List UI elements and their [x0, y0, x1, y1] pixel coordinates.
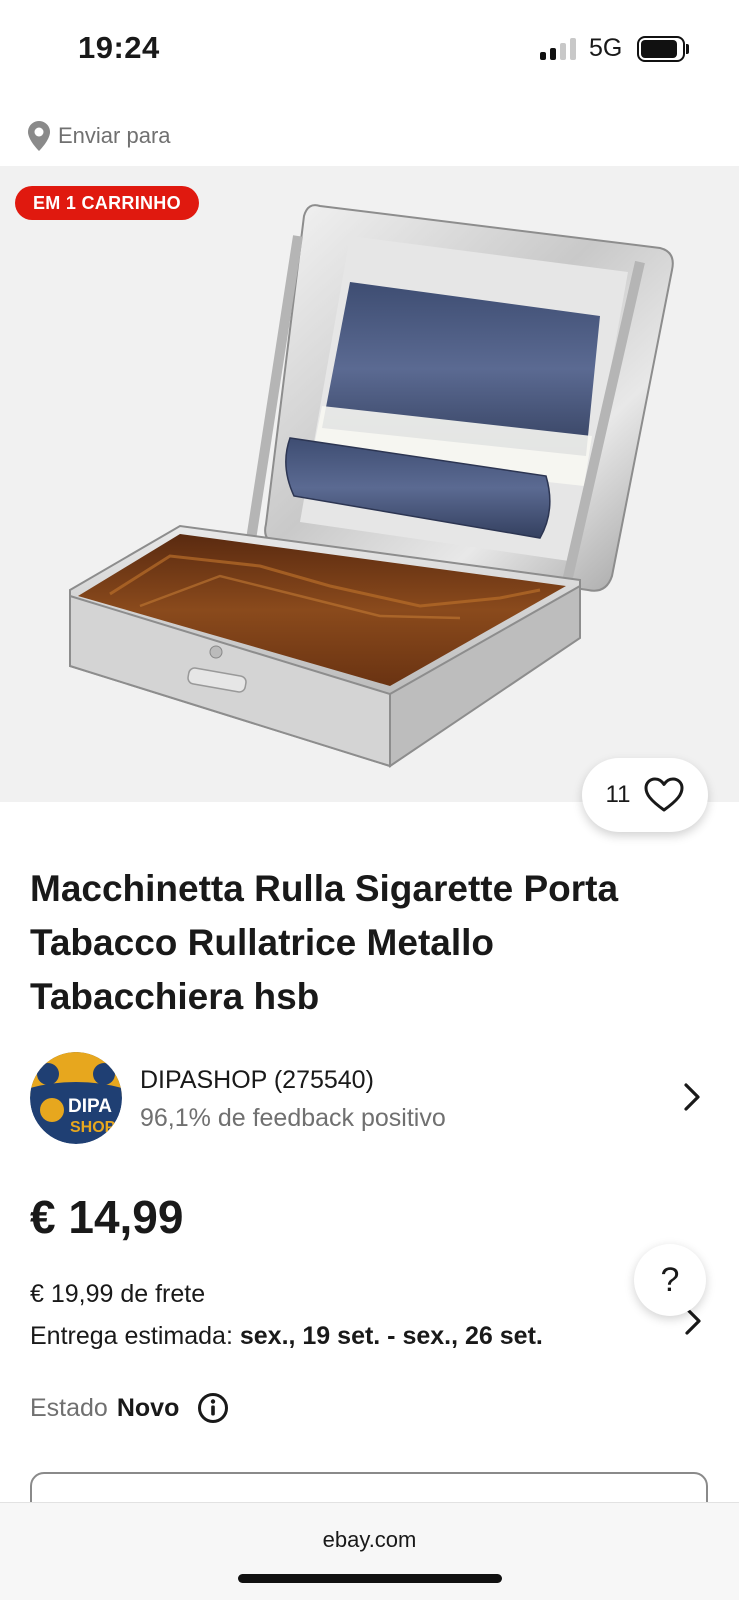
- ios-status-bar: 19:24 5G: [0, 0, 739, 100]
- watch-button[interactable]: 11: [582, 758, 708, 832]
- seller-logo-text-bottom: SHOP: [70, 1119, 116, 1136]
- delivery-label: Entrega estimada:: [30, 1322, 233, 1350]
- status-time: 19:24: [78, 30, 160, 65]
- network-type: 5G: [589, 34, 623, 62]
- battery-icon: [637, 36, 689, 62]
- shipping-cost: € 19,99 de frete: [30, 1280, 206, 1308]
- watch-count: 11: [605, 781, 631, 808]
- chevron-right-icon: [684, 1083, 700, 1111]
- estimated-delivery[interactable]: Entrega estimada: sex., 19 set. - sex., …: [30, 1322, 543, 1351]
- seller-feedback: 96,1% de feedback positivo: [140, 1104, 446, 1132]
- product-title: Macchinetta Rulla Sigarette Porta Tabacc…: [30, 868, 619, 1017]
- cellular-signal-icon: [540, 38, 578, 60]
- info-icon[interactable]: [197, 1392, 229, 1424]
- seller-logo: DIPA SHOP: [30, 1052, 122, 1144]
- browser-address-bar[interactable]: ebay.com: [0, 1502, 739, 1600]
- heart-icon: [644, 777, 684, 812]
- condition-value: Novo: [116, 1393, 180, 1422]
- product-photo: [69, 204, 674, 768]
- ship-to-selector[interactable]: Enviar para: [28, 118, 171, 154]
- seller-logo-text-top: DIPA: [68, 1096, 112, 1117]
- ship-to-label: Enviar para: [58, 123, 171, 148]
- help-button[interactable]: ?: [634, 1244, 706, 1316]
- item-price: € 14,99: [30, 1191, 184, 1243]
- ebay-item-page: 19:24 5G Enviar para EM 1 CARRINHO 11 Ma…: [0, 0, 739, 1600]
- home-indicator[interactable]: [238, 1574, 502, 1583]
- in-cart-badge: EM 1 CARRINHO: [15, 186, 199, 220]
- delivery-dates: sex., 19 set. - sex., 26 set.: [239, 1322, 543, 1350]
- url-text: ebay.com: [322, 1527, 417, 1552]
- location-pin-icon: [28, 121, 50, 151]
- product-image-gallery[interactable]: [0, 166, 739, 802]
- item-condition: Estado Novo: [30, 1392, 229, 1424]
- seller-card[interactable]: DIPA SHOP DIPASHOP (275540) 96,1% de fee…: [30, 1052, 710, 1144]
- condition-label: Estado: [30, 1393, 108, 1422]
- seller-name: DIPASHOP (275540): [140, 1066, 374, 1094]
